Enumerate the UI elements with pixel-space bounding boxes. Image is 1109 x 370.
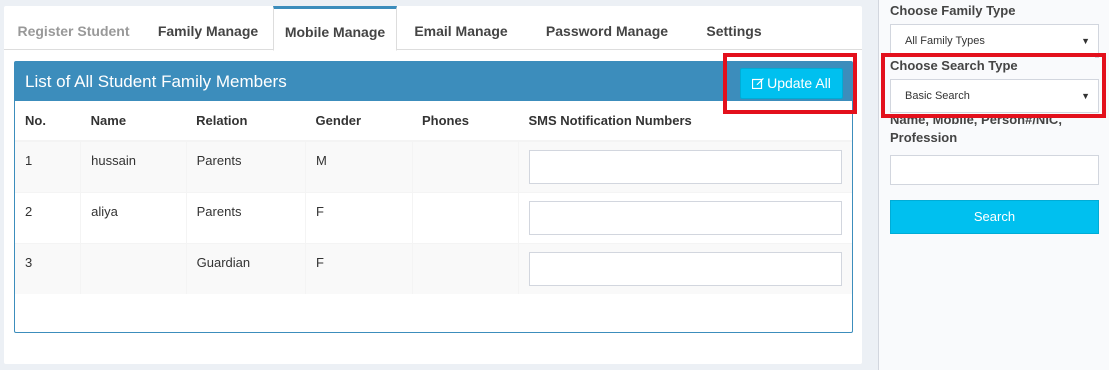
cell-sms — [518, 242, 852, 294]
family-type-label: Choose Family Type — [890, 3, 1016, 18]
cell-sms — [518, 140, 852, 192]
sms-number-input[interactable] — [529, 251, 842, 286]
panel-title: List of All Student Family Members — [25, 72, 287, 91]
search-query-input[interactable] — [890, 155, 1099, 185]
tab-bar: Register Student Family Manage Mobile Ma… — [4, 6, 862, 51]
cell-relation: Parents — [186, 140, 307, 192]
tab-password-manage[interactable]: Password Manage — [525, 6, 689, 50]
cell-name: hussain — [80, 140, 187, 192]
family-type-value: All Family Types — [905, 35, 985, 47]
cell-phones — [412, 140, 519, 192]
cell-no: 1 — [15, 140, 82, 192]
table-row: 3 Guardian F — [15, 242, 852, 294]
cell-no: 2 — [15, 191, 82, 243]
cell-relation: Guardian — [186, 242, 307, 294]
col-header-relation: Relation — [186, 101, 306, 142]
cell-name: aliya — [80, 191, 187, 243]
cell-gender: F — [305, 242, 413, 294]
cell-name — [80, 242, 187, 294]
members-table: No. Name Relation Gender Phones SMS Noti… — [15, 101, 852, 294]
sms-number-input[interactable] — [529, 200, 842, 235]
col-header-phones: Phones — [412, 101, 519, 142]
sms-number-input[interactable] — [529, 150, 842, 184]
cell-relation: Parents — [186, 191, 307, 243]
cell-phones — [412, 191, 519, 243]
cell-no: 3 — [15, 242, 82, 294]
search-type-highlight — [881, 53, 1106, 118]
col-header-gender: Gender — [305, 101, 412, 142]
update-all-highlight — [723, 53, 857, 114]
cell-sms — [518, 191, 852, 243]
search-button[interactable]: Search — [890, 200, 1099, 234]
cell-gender: F — [305, 191, 413, 243]
cell-gender: M — [305, 140, 413, 192]
col-header-name: Name — [80, 101, 187, 142]
table-row: 2 aliya Parents F — [15, 191, 852, 243]
tab-register-student[interactable]: Register Student — [4, 6, 143, 50]
tab-family-manage[interactable]: Family Manage — [143, 6, 273, 50]
tab-mobile-manage[interactable]: Mobile Manage — [273, 6, 397, 51]
tab-email-manage[interactable]: Email Manage — [397, 6, 525, 50]
col-header-no: No. — [15, 101, 81, 142]
tab-settings[interactable]: Settings — [689, 6, 779, 50]
table-row: 1 hussain Parents M — [15, 140, 852, 192]
cell-phones — [412, 242, 519, 294]
